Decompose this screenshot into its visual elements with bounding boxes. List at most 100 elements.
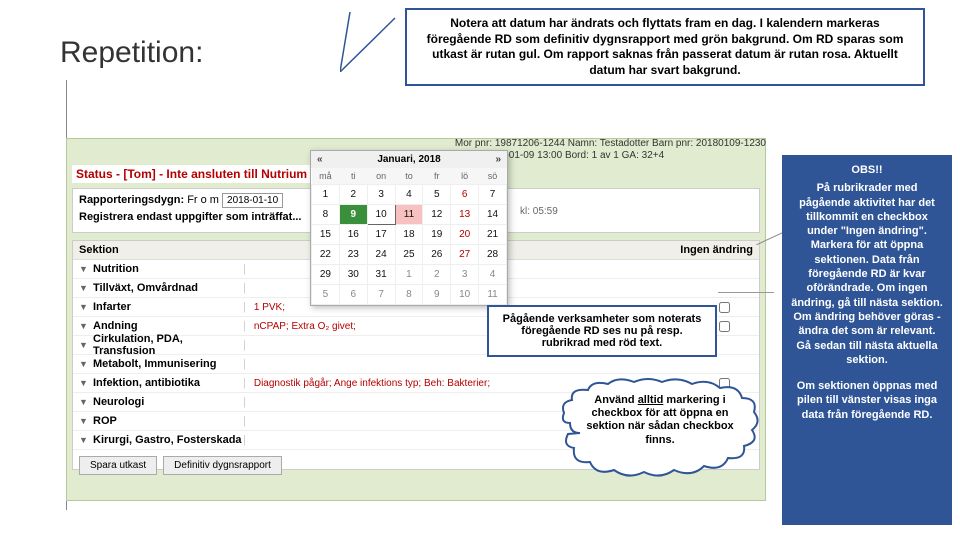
calendar-day[interactable]: 27 [451, 245, 479, 265]
dow-cell: ti [339, 168, 367, 185]
calendar-day[interactable]: 25 [395, 245, 423, 265]
calendar-day[interactable]: 31 [367, 265, 395, 285]
calendar-day[interactable]: 28 [479, 245, 507, 265]
calendar-day[interactable]: 11 [479, 285, 507, 305]
right-info-panel: OBS!! På rubrikrader med pågående aktivi… [782, 155, 952, 525]
red-text-callout: Pågående verksamheter som noterats föreg… [487, 305, 717, 357]
date-input[interactable]: 2018-01-10 [222, 193, 283, 208]
section-name: Infektion, antibiotika [93, 377, 243, 389]
calendar-day[interactable]: 19 [423, 225, 451, 245]
section-note: nCPAP; Extra O₂ givet; [254, 321, 356, 332]
right-p1: På rubrikrader med pågående aktivitet ha… [790, 181, 944, 367]
calendar-day[interactable]: 2 [423, 265, 451, 285]
section-name: Metabolt, Immunisering [93, 358, 243, 370]
no-change-checkbox[interactable] [719, 302, 730, 313]
calendar-day[interactable]: 6 [451, 185, 479, 205]
calendar-day[interactable]: 10 [367, 205, 395, 225]
dow-cell: sö [479, 168, 507, 185]
calendar-day[interactable]: 9 [423, 285, 451, 305]
calendar-day[interactable]: 23 [339, 245, 367, 265]
cloud-text: Använd alltid markering i checkbox för a… [582, 394, 738, 447]
calendar-day[interactable]: 8 [395, 285, 423, 305]
final-report-button[interactable]: Definitiv dygnsrapport [163, 456, 282, 475]
calendar-day[interactable]: 30 [339, 265, 367, 285]
rap-line2: Registrera endast uppgifter som inträffa… [79, 211, 301, 223]
section-name: Andning [93, 320, 243, 332]
calendar-day[interactable]: 6 [339, 285, 367, 305]
calendar-day[interactable]: 13 [451, 205, 479, 225]
expand-icon[interactable]: ▼ [79, 416, 93, 426]
calendar-day[interactable]: 18 [395, 225, 423, 245]
dow-cell: on [367, 168, 395, 185]
calendar-day[interactable]: 8 [312, 205, 340, 225]
section-note: Diagnostik pågår; Ange infektions typ; B… [254, 378, 490, 389]
expand-icon[interactable]: ▼ [79, 302, 93, 312]
calendar-day[interactable]: 22 [312, 245, 340, 265]
calendar-day[interactable]: 9 [339, 205, 367, 225]
calendar-day[interactable]: 1 [312, 185, 340, 205]
right-p2: Om sektionen öppnas med pilen till vänst… [790, 379, 944, 422]
calendar-day[interactable]: 16 [339, 225, 367, 245]
calendar-day[interactable]: 1 [395, 265, 423, 285]
obs-label: OBS!! [790, 163, 944, 177]
save-draft-button[interactable]: Spara utkast [79, 456, 157, 475]
slide-title: Repetition: [60, 36, 203, 70]
cal-next[interactable]: » [495, 154, 501, 165]
calendar-day[interactable]: 20 [451, 225, 479, 245]
expand-icon[interactable]: ▼ [79, 321, 93, 331]
calendar-day[interactable]: 29 [312, 265, 340, 285]
calendar-day[interactable]: 14 [479, 205, 507, 225]
section-name: Neurologi [93, 396, 243, 408]
calendar-day[interactable]: 10 [451, 285, 479, 305]
dow-cell: to [395, 168, 423, 185]
callout-line [718, 292, 774, 293]
expand-icon[interactable]: ▼ [79, 397, 93, 407]
dow-cell: må [312, 168, 340, 185]
calendar-grid: måtiontofrlösö 1234567891011121314151617… [311, 168, 507, 305]
calendar-day[interactable]: 4 [395, 185, 423, 205]
rap-label: Rapporteringsdygn: [79, 194, 184, 206]
cal-title: Januari, 2018 [377, 154, 440, 165]
rap-from: Fr o m [187, 194, 219, 206]
expand-icon[interactable]: ▼ [79, 435, 93, 445]
top-callout: Notera att datum har ändrats och flyttat… [405, 8, 925, 86]
calendar-day[interactable]: 11 [395, 205, 423, 225]
callout-leader [340, 12, 410, 72]
dow-cell: fr [423, 168, 451, 185]
calendar-day[interactable]: 3 [367, 185, 395, 205]
calendar-day[interactable]: 26 [423, 245, 451, 265]
calendar-day[interactable]: 7 [479, 185, 507, 205]
section-note: 1 PVK; [254, 302, 285, 313]
expand-icon[interactable]: ▼ [79, 264, 93, 274]
calendar-day[interactable]: 17 [367, 225, 395, 245]
section-name: ROP [93, 415, 243, 427]
col-sektion: Sektion [79, 244, 244, 256]
section-row[interactable]: ▼Metabolt, Immunisering| [73, 355, 759, 374]
time-hint: kl: 05:59 [520, 206, 558, 217]
cal-prev[interactable]: « [317, 154, 323, 165]
calendar-day[interactable]: 15 [312, 225, 340, 245]
cloud-callout: Använd alltid markering i checkbox för a… [560, 378, 760, 478]
expand-icon[interactable]: ▼ [79, 378, 93, 388]
section-name: Infarter [93, 301, 243, 313]
patient-line1: Mor pnr: 19871206-1244 Namn: Testadotter… [455, 138, 766, 150]
calendar-day[interactable]: 5 [312, 285, 340, 305]
no-change-checkbox[interactable] [719, 321, 730, 332]
expand-icon[interactable]: ▼ [79, 359, 93, 369]
calendar-day[interactable]: 2 [339, 185, 367, 205]
section-name: Nutrition [93, 263, 243, 275]
calendar-popup: « Januari, 2018 » måtiontofrlösö 1234567… [310, 150, 508, 306]
calendar-day[interactable]: 12 [423, 205, 451, 225]
calendar-day[interactable]: 21 [479, 225, 507, 245]
section-name: Cirkulation, PDA, Transfusion [93, 333, 243, 357]
calendar-day[interactable]: 24 [367, 245, 395, 265]
section-name: Tillväxt, Omvårdnad [93, 282, 243, 294]
calendar-day[interactable]: 5 [423, 185, 451, 205]
calendar-day[interactable]: 3 [451, 265, 479, 285]
dow-cell: lö [451, 168, 479, 185]
calendar-day[interactable]: 7 [367, 285, 395, 305]
calendar-day[interactable]: 4 [479, 265, 507, 285]
expand-icon[interactable]: ▼ [79, 283, 93, 293]
expand-icon[interactable]: ▼ [79, 340, 93, 350]
section-name: Kirurgi, Gastro, Fosterskada [93, 434, 243, 446]
